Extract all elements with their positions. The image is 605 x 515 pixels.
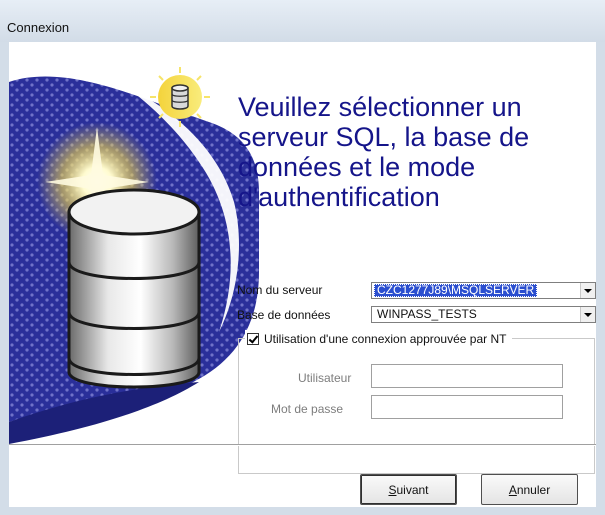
window-frame-bottom <box>0 507 605 515</box>
instruction-heading: Veuillez sélectionner un serveur SQL, la… <box>238 92 578 212</box>
heading-line: Veuillez sélectionner un <box>238 92 522 122</box>
dialog-content: Veuillez sélectionner un serveur SQL, la… <box>9 42 596 507</box>
nt-auth-checkbox[interactable]: Utilisation d'une connexion approuvée pa… <box>245 330 513 348</box>
next-label: uivant <box>396 482 429 497</box>
server-label: Nom du serveur <box>237 283 323 297</box>
database-label: Base de données <box>237 308 331 322</box>
window-frame-right <box>596 42 605 515</box>
server-combobox[interactable]: CZC1277J89\MSQLSERVER <box>371 282 596 299</box>
separator <box>9 444 596 446</box>
database-bulb-icon <box>150 67 210 127</box>
heading-line: d'authentification <box>238 182 440 212</box>
connection-dialog: Connexion Veuillez sélectionner un serve… <box>0 0 605 515</box>
next-button[interactable]: Suivant <box>360 474 457 505</box>
cancel-button[interactable]: Annuler <box>481 474 578 505</box>
cancel-label: nnuler <box>516 482 551 497</box>
password-field[interactable] <box>371 395 563 419</box>
user-field[interactable] <box>371 364 563 388</box>
password-label: Mot de passe <box>271 402 344 416</box>
cancel-access-key: A <box>508 482 517 497</box>
database-combobox[interactable]: WINPASS_TESTS <box>371 306 596 323</box>
title-bar: Connexion <box>0 0 605 42</box>
window-frame-left <box>0 42 9 515</box>
server-value: CZC1277J89\MSQLSERVER <box>374 284 538 297</box>
database-icon <box>67 188 201 389</box>
heading-line: serveur SQL, la base de <box>238 122 530 152</box>
nt-auth-label: Utilisation d'une connexion approuvée pa… <box>264 332 507 346</box>
window-title: Connexion <box>7 20 70 35</box>
user-label: Utilisateur <box>298 371 352 385</box>
next-access-key: S <box>388 482 397 497</box>
dropdown-arrow-icon[interactable] <box>580 307 595 322</box>
dropdown-arrow-icon[interactable] <box>580 283 595 298</box>
heading-line: données et le mode <box>238 152 476 182</box>
database-value: WINPASS_TESTS <box>377 307 477 321</box>
checkbox-icon[interactable] <box>247 333 259 345</box>
